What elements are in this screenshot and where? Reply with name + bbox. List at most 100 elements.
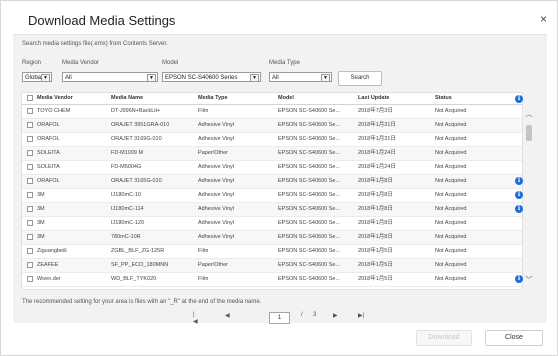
cell-status: Not Acquired bbox=[435, 192, 467, 198]
media-vendor-select[interactable]: All ▼ bbox=[62, 72, 158, 82]
download-media-settings-dialog: Download Media Settings × Search media s… bbox=[0, 0, 558, 356]
row-checkbox[interactable] bbox=[27, 248, 33, 254]
scroll-up-icon[interactable]: ︿ bbox=[524, 110, 534, 120]
info-icon[interactable]: i bbox=[515, 205, 523, 213]
row-checkbox[interactable] bbox=[27, 164, 33, 170]
row-checkbox[interactable] bbox=[27, 220, 33, 226]
scroll-down-icon[interactable]: ﹀ bbox=[524, 276, 534, 286]
cell-status: Not Acquired bbox=[435, 220, 467, 226]
cell-model: EPSON SC-S40600 Se... bbox=[278, 150, 341, 156]
cell-last-update: 2018年1月31日 bbox=[358, 122, 396, 128]
cell-media-type: Adhesive Vinyl bbox=[198, 136, 234, 142]
cell-media-name: ORAJET 3165G-010 bbox=[111, 178, 162, 184]
row-checkbox[interactable] bbox=[27, 136, 33, 142]
table-row[interactable]: ZEAFEE SF_PP_ECO_180MNN Paper/Other EPSON S… bbox=[22, 259, 522, 273]
table-row[interactable]: Woen.der WD_BLF_TYK020 Film EPSON SC-S40600… bbox=[22, 273, 523, 287]
cell-last-update: 2018年1月24日 bbox=[358, 150, 396, 156]
info-icon: i bbox=[515, 95, 523, 103]
cell-media-name: SF_PP_ECO_180MNN bbox=[111, 262, 169, 268]
row-checkbox[interactable] bbox=[27, 108, 33, 114]
previous-page-icon[interactable]: ◀ bbox=[225, 312, 230, 319]
region-select[interactable]: Global ▼ bbox=[22, 72, 52, 82]
cell-media-name: IJ180mC-10 bbox=[111, 192, 141, 198]
table-row[interactable]: SOLEITA FD-M5004G Adhesive Vinyl EPSON SC-S… bbox=[22, 161, 522, 175]
media-type-select[interactable]: All ▼ bbox=[269, 72, 332, 82]
column-header-media-type[interactable]: Media Type bbox=[198, 93, 268, 104]
table-row[interactable]: 3M 780mC-10R Adhesive Vinyl EPSON SC-S40600… bbox=[22, 231, 522, 245]
cell-status: Not Acquired bbox=[435, 178, 467, 184]
cell-status: Not Acquired bbox=[435, 122, 467, 128]
last-page-icon[interactable]: ▶| bbox=[358, 312, 364, 319]
info-icon[interactable]: i bbox=[515, 177, 523, 185]
description-text: Search media settings file(.emx) from Co… bbox=[22, 41, 168, 47]
row-checkbox[interactable] bbox=[27, 262, 33, 268]
cell-last-update: 2018年7月3日 bbox=[358, 108, 393, 114]
cell-last-update: 2018年1月8日 bbox=[358, 178, 393, 184]
cell-media-vendor: ORAFOL bbox=[37, 122, 60, 128]
dialog-body: Search media settings file(.emx) from Co… bbox=[13, 34, 547, 325]
first-page-icon[interactable]: |◀ bbox=[193, 312, 198, 325]
info-icon[interactable]: i bbox=[515, 275, 523, 283]
cell-status: Not Acquired bbox=[435, 262, 467, 268]
model-select[interactable]: EPSON SC-S40600 Series ▼ bbox=[162, 72, 261, 82]
cell-media-type: Film bbox=[198, 276, 209, 282]
table-row[interactable]: ORAFOL ORAJET 3169G-010 Adhesive Vinyl EPSO… bbox=[22, 133, 522, 147]
cell-status: Not Acquired bbox=[435, 150, 467, 156]
close-icon[interactable]: × bbox=[540, 12, 547, 26]
select-all-checkbox[interactable] bbox=[27, 95, 33, 101]
table-row[interactable]: ORAFOL ORAJET 3951GRA-010 Adhesive Vinyl EP… bbox=[22, 119, 522, 133]
table-row[interactable]: 3M IJ180mC-10 Adhesive Vinyl EPSON SC-S4060… bbox=[22, 189, 523, 203]
table-row[interactable]: 3M IJ180mC-120 Adhesive Vinyl EPSON SC-S406… bbox=[22, 217, 522, 231]
column-header-media-vendor[interactable]: Media Vendor bbox=[37, 93, 99, 104]
cell-last-update: 2018年1月24日 bbox=[358, 164, 396, 170]
row-checkbox[interactable] bbox=[27, 150, 33, 156]
cell-media-vendor: ORAFOL bbox=[37, 136, 60, 142]
info-icon[interactable]: i bbox=[515, 191, 523, 199]
cell-model: EPSON SC-S40600 Se... bbox=[278, 220, 341, 226]
chevron-down-icon: ▼ bbox=[321, 74, 330, 81]
media-vendor-label: Media Vendor bbox=[62, 60, 100, 66]
scroll-thumb[interactable] bbox=[526, 125, 532, 141]
cell-last-update: 2018年1月8日 bbox=[358, 220, 393, 226]
row-checkbox[interactable] bbox=[27, 276, 33, 282]
cell-model: EPSON SC-S40600 Se... bbox=[278, 276, 341, 282]
table-row[interactable]: SOLEITA FD-M1009 M Paper/Other EPSON SC-S40… bbox=[22, 147, 522, 161]
current-page-input[interactable]: 1 bbox=[269, 312, 290, 324]
table-scrollbar[interactable]: ︿ ﹀ bbox=[524, 92, 534, 288]
column-header-status[interactable]: Status bbox=[435, 93, 495, 104]
close-button[interactable]: Close bbox=[485, 330, 543, 346]
cell-media-vendor: Ziguangbeili bbox=[37, 248, 67, 254]
cell-last-update: 2018年1月5日 bbox=[358, 276, 393, 282]
cell-model: EPSON SC-S40600 Se... bbox=[278, 122, 341, 128]
cell-media-name: ORAJET 3951GRA-010 bbox=[111, 122, 170, 128]
cell-status: Not Acquired bbox=[435, 206, 467, 212]
table-row[interactable]: ORAFOL ORAJET 3165G-010 Adhesive Vinyl EPSO… bbox=[22, 175, 523, 189]
next-page-icon[interactable]: ▶ bbox=[333, 312, 338, 319]
table-row[interactable]: Ziguangbeili ZGBL_BLF_ZG-125R Film EPSON SC… bbox=[22, 245, 522, 259]
model-value: EPSON SC-S40600 Series bbox=[165, 75, 238, 81]
row-checkbox[interactable] bbox=[27, 122, 33, 128]
media-vendor-value: All bbox=[65, 75, 72, 81]
row-checkbox[interactable] bbox=[27, 206, 33, 212]
column-header-model[interactable]: Model bbox=[278, 93, 348, 104]
cell-media-name: FD-M5004G bbox=[111, 164, 142, 170]
model-label: Model bbox=[162, 60, 179, 66]
cell-status: Not Acquired bbox=[435, 248, 467, 254]
cell-media-type: Paper/Other bbox=[198, 262, 228, 268]
row-checkbox[interactable] bbox=[27, 178, 33, 184]
cell-last-update: 2018年1月5日 bbox=[358, 262, 393, 268]
search-button[interactable]: Search bbox=[338, 71, 382, 86]
cell-media-vendor: 3M bbox=[37, 220, 45, 226]
recommendation-note: The recommended setting for your area is… bbox=[22, 299, 262, 305]
table-header: Media Vendor Media Name Media Type Model… bbox=[22, 93, 523, 105]
cell-media-type: Adhesive Vinyl bbox=[198, 220, 234, 226]
cell-media-vendor: Woen.der bbox=[37, 276, 61, 282]
table-row[interactable]: 3M IJ180mC-114 Adhesive Vinyl EPSON SC-S406… bbox=[22, 203, 523, 217]
download-button[interactable]: Download bbox=[416, 330, 472, 346]
table-row[interactable]: TOYO CHEM DT-J996N+BackLit+ Film EPSON SC-S… bbox=[22, 105, 522, 119]
row-checkbox[interactable] bbox=[27, 234, 33, 240]
cell-model: EPSON SC-S40600 Se... bbox=[278, 234, 341, 240]
column-header-last-update[interactable]: Last Update bbox=[358, 93, 428, 104]
column-header-media-name[interactable]: Media Name bbox=[111, 93, 191, 104]
row-checkbox[interactable] bbox=[27, 192, 33, 198]
